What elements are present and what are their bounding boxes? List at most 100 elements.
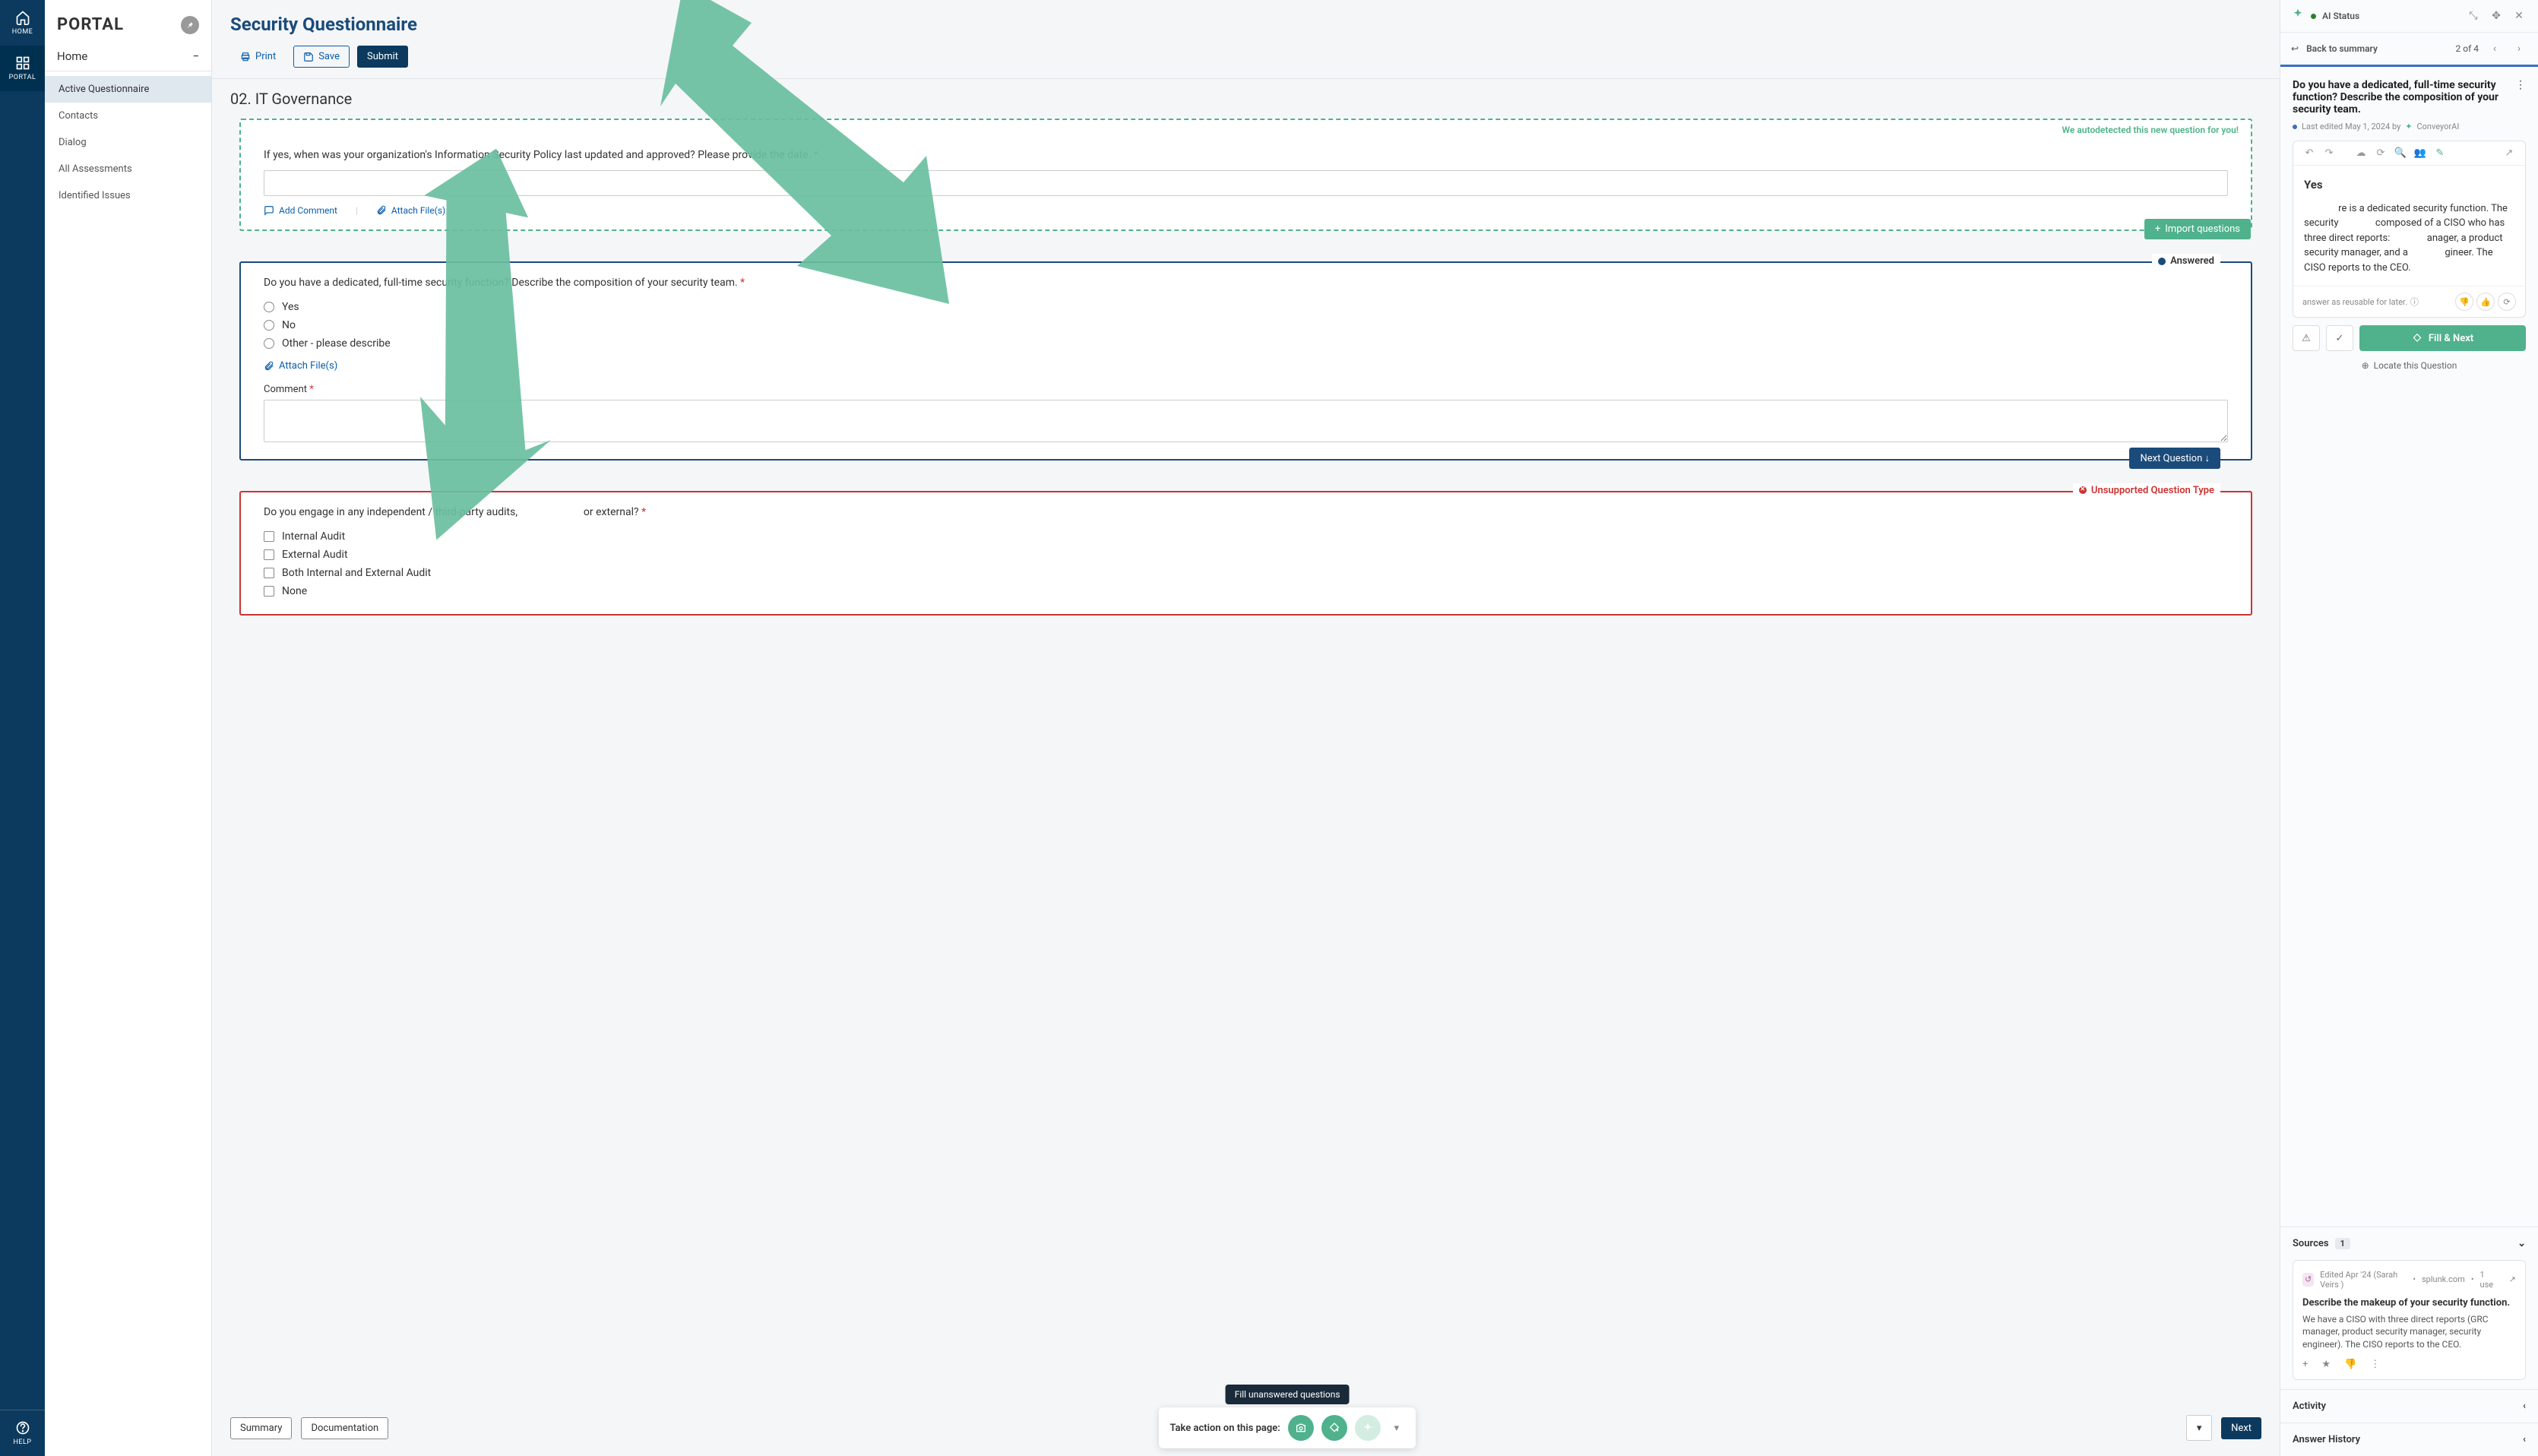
cloud-icon[interactable]: ☁ [2353,147,2369,159]
take-action-label: Take action on this page: [1169,1423,1280,1434]
nav-contacts[interactable]: Contacts [45,103,211,129]
save-button[interactable]: Save [293,46,350,68]
pin-icon [185,21,195,30]
submit-button[interactable]: Submit [357,46,408,68]
source-uses: 1 use [2480,1270,2497,1290]
move-icon[interactable]: ✥ [2488,8,2505,24]
people-icon[interactable]: 👥 [2412,147,2429,159]
chevron-left-icon: ‹ [2523,1401,2526,1412]
last-edited-label: Last edited May 1, 2024 by ✦ ConveyorAI [2293,122,2526,131]
reuse-label: answer as reusable for later. [2302,297,2407,307]
action-pill: Fill unanswered questions Take action on… [1159,1407,1415,1448]
action-dropdown[interactable]: ▾ [1388,1415,1405,1441]
rail-help[interactable]: HELP [0,1410,45,1456]
fill-and-next-button[interactable]: Fill & Next [2359,325,2526,351]
camera-action-button[interactable] [1288,1415,1314,1441]
import-questions-button[interactable]: + Import questions [2144,219,2251,239]
page-dropdown[interactable]: ▾ [2186,1415,2212,1441]
search-icon[interactable]: 🔍 [2392,147,2409,159]
q3-option-none[interactable]: None [264,582,2228,600]
q2-option-yes[interactable]: Yes [264,298,2228,316]
bucket-icon [1328,1422,1340,1434]
chevron-down-icon: ⌄ [2517,1238,2526,1249]
rail-portal[interactable]: PORTAL [0,46,45,91]
next-question-button[interactable]: Next Question ↓ [2129,448,2220,469]
main-content: Security Questionnaire Print Save Submit… [212,0,2280,1456]
home-icon [15,10,30,25]
q2-option-no[interactable]: No [264,316,2228,334]
rail-portal-label: PORTAL [9,74,36,81]
q3-option-internal[interactable]: Internal Audit [264,527,2228,546]
nav-dialog[interactable]: Dialog [45,129,211,156]
nav-all-assessments[interactable]: All Assessments [45,156,211,182]
external-link-icon[interactable]: ↗ [2509,1274,2516,1284]
question-card-3: Unsupported Question Type Do you engage … [239,491,2252,616]
flag-button[interactable]: ⚠ [2293,325,2320,351]
attach-icon [264,361,274,372]
save-icon [303,52,314,62]
section-title: 02. IT Governance [212,79,2280,119]
rail-home-label: HOME [12,28,33,36]
add-comment-link[interactable]: Add Comment [264,205,337,216]
back-to-summary[interactable]: Back to summary [2306,43,2378,54]
documentation-button[interactable]: Documentation [301,1417,388,1439]
pin-button[interactable] [181,16,199,34]
comment-icon [264,205,274,216]
src-thumbs-down-button[interactable]: 👎 [2344,1359,2356,1370]
thumbs-down-button[interactable]: 👎 [2455,293,2473,311]
next-page-button[interactable]: Next [2221,1417,2261,1439]
summary-button[interactable]: Summary [230,1417,292,1439]
undo-icon[interactable]: ↶ [2301,147,2318,159]
q3-option-external[interactable]: External Audit [264,546,2228,564]
next-question-button[interactable]: › [2511,40,2527,57]
source-domain: splunk.com [2422,1274,2465,1284]
grid-icon [15,55,30,71]
close-panel-icon[interactable]: ✕ [2511,8,2527,24]
ai-action-button[interactable] [1355,1415,1381,1441]
back-arrow-icon[interactable]: ↩ [2291,43,2299,54]
prev-question-button[interactable]: ‹ [2486,40,2503,57]
bottom-bar: Summary Documentation Fill unanswered qu… [212,1400,2280,1456]
collapse-icon[interactable]: ⤡ [2465,8,2482,24]
info-icon[interactable]: ⓘ [2410,296,2419,308]
sparkle-icon [1362,1422,1374,1434]
panel-question-text: Do you have a dedicated, full-time secur… [2293,79,2526,116]
sidebar-title: PORTAL [57,15,124,34]
sources-header[interactable]: Sources 1 ⌄ [2280,1227,2538,1260]
question-3-text: Do you engage in any independent / third… [264,506,2228,518]
ai-logo-icon [2291,8,2305,24]
q3-option-both[interactable]: Both Internal and External Audit [264,564,2228,582]
nav-active-questionnaire[interactable]: Active Questionnaire [45,76,211,103]
nav-identified-issues[interactable]: Identified Issues [45,182,211,209]
regenerate-button[interactable]: ⟳ [2498,293,2516,311]
question-1-input[interactable] [264,170,2228,196]
refresh-icon[interactable]: ⟳ [2372,147,2389,159]
target-icon: ⊕ [2362,360,2369,371]
sidebar-home-row[interactable]: Home − [45,42,211,71]
q2-option-other[interactable]: Other - please describe [264,334,2228,353]
answer-content[interactable]: Yes re is a dedicated security function.… [2293,166,2525,286]
print-button[interactable]: Print [230,46,286,68]
comment-textarea[interactable] [264,400,2228,442]
question-more-icon[interactable]: ⋮ [2515,79,2526,91]
autodetect-banner: We autodetected this new question for yo… [241,120,2251,135]
answer-history-section[interactable]: Answer History ‹ [2280,1423,2538,1456]
src-more-button[interactable]: ⋮ [2370,1359,2380,1370]
approve-button[interactable]: ✓ [2326,325,2353,351]
sidebar: PORTAL Home − Active Questionnaire Conta… [45,0,212,1456]
activity-section[interactable]: Activity ‹ [2280,1389,2538,1423]
bucket-icon [2412,333,2422,343]
locate-question-link[interactable]: ⊕ Locate this Question [2293,351,2526,374]
attach-file-link-1[interactable]: Attach File(s) [376,205,445,216]
thumbs-up-button[interactable]: 👍 [2476,293,2495,311]
source-edited: Edited Apr '24 (Sarah Veirs ) [2320,1270,2407,1290]
fill-action-button[interactable] [1321,1415,1347,1441]
src-add-button[interactable]: + [2302,1359,2308,1370]
status-dot [2311,14,2316,19]
attach-file-link-2[interactable]: Attach File(s) [264,360,337,372]
magic-icon[interactable]: ✎ [2432,147,2448,159]
redo-icon[interactable]: ↷ [2321,147,2337,159]
src-star-button[interactable]: ★ [2321,1359,2331,1370]
rail-home[interactable]: HOME [0,0,45,46]
share-icon[interactable]: ↗ [2501,147,2517,159]
